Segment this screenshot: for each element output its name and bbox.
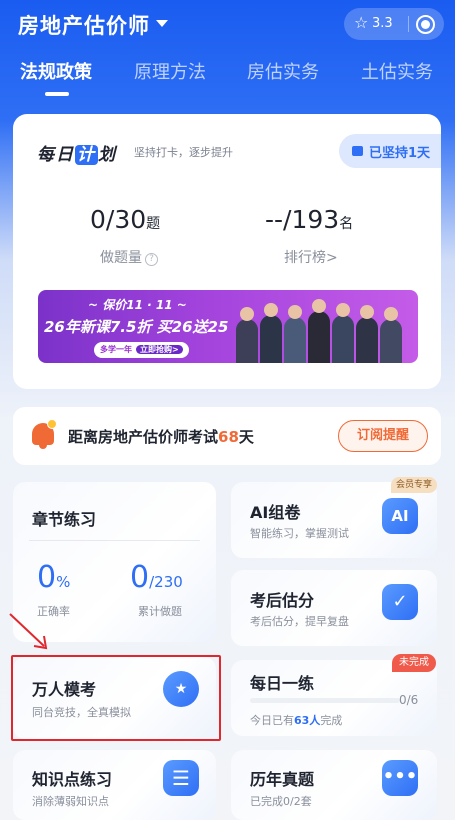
ai-paper-card[interactable]: AI组卷 智能练习，掌握测试 AI [231,482,437,558]
tab-land-practice[interactable]: 土估实务 [361,58,433,84]
teacher-photo [236,307,258,363]
rating-value[interactable]: 3.3 [372,16,393,31]
ai-paper-subtitle: 智能练习，掌握测试 [250,527,349,540]
ai-paper-title: AI组卷 [250,503,301,522]
past-papers-subtitle: 已完成0/2套 [250,795,312,808]
ranking-value: --/193名 [265,205,354,234]
notification-dot [47,419,57,429]
countdown-text: 距离房地产估价师考试68天 [68,428,254,446]
list-icon: ☰ [163,760,199,796]
member-only-badge: 会员专享 [391,477,437,493]
daily-progress-bar [250,698,400,703]
ranking-link[interactable]: 排行榜> [284,247,338,267]
knowledge-practice-subtitle: 消除薄弱知识点 [32,795,109,808]
past-papers-title: 历年真题 [250,770,315,789]
banner-top-text: ~ 保价11 · 11 ~ [88,298,187,312]
knowledge-practice-title: 知识点练习 [32,770,113,789]
teacher-photo [284,305,306,363]
red-arrow-annotation [9,613,48,650]
tab-principle-method[interactable]: 原理方法 [134,58,206,84]
calendar-icon [352,146,363,156]
star-icon[interactable]: ☆ [354,13,368,32]
score-estimate-subtitle: 考后估分，提早复盘 [250,615,349,628]
teacher-photo [356,305,378,363]
daily-done-text: 今日已有63人完成 [250,714,343,727]
streak-text: 已坚持1天 [369,146,431,161]
active-tab-indicator [45,92,69,96]
question-count-label[interactable]: 做题量? [100,247,158,267]
teacher-photo [332,303,354,363]
teacher-photo [260,303,282,363]
chapter-practice-title: 章节练习 [32,510,97,529]
header: 房地产估价师 ☆ 3.3 [0,0,455,50]
ai-icon: AI [382,498,418,534]
caret-down-icon[interactable] [156,20,168,27]
promo-banner[interactable]: ~ 保价11 · 11 ~ 26年新课7.5折 买26送25 多学一年 立即抢购> [38,290,418,363]
question-count: 0/30题 [90,205,161,234]
mini-program-capsule: ☆ 3.3 [344,8,444,40]
close-target-icon[interactable] [416,15,435,34]
teacher-photo [308,299,330,363]
help-icon: ? [145,253,158,266]
teacher-photo [380,307,402,363]
banner-chip: 多学一年 立即抢购> [94,342,189,358]
checkmark-calendar-icon: ✓ [382,584,418,620]
knowledge-practice-card[interactable]: 知识点练习 消除薄弱知识点 ☰ [13,750,216,820]
done-count-value: 0/230 [130,560,183,595]
score-estimate-title: 考后估分 [250,591,315,610]
daily-practice-title: 每日一练 [250,674,315,693]
highlight-box [11,655,221,741]
subscribe-reminder-button[interactable]: 订阅提醒 [338,420,428,452]
done-count-label: 累计做题 [138,605,182,618]
daily-plan-card: 每日计划 坚持打卡，逐步提升 已坚持1天 0/30题 做题量? --/193名 … [13,114,441,389]
daily-plan-logo: 每日计划 [37,145,117,165]
past-papers-card[interactable]: 历年真题 已完成0/2套 ••• [231,750,437,820]
plan-slogan: 坚持打卡，逐步提升 [134,146,233,159]
tab-law-policy[interactable]: 法规政策 [20,58,92,84]
unfinished-badge: 未完成 [392,654,436,672]
chat-bubble-icon: ••• [382,760,418,796]
exam-countdown-card: 距离房地产估价师考试68天 订阅提醒 [13,407,441,465]
banner-main-text: 26年新课7.5折 买26送25 [44,318,229,336]
accuracy-value: 0% [37,560,71,595]
capsule-divider [408,16,409,32]
divider [29,540,200,541]
streak-badge[interactable]: 已坚持1天 [339,134,441,168]
score-estimate-card[interactable]: 考后估分 考后估分，提早复盘 ✓ [231,570,437,646]
exam-selector-title[interactable]: 房地产估价师 [18,10,150,40]
tab-house-practice[interactable]: 房估实务 [247,58,319,84]
daily-progress-text: 0/6 [399,693,419,707]
